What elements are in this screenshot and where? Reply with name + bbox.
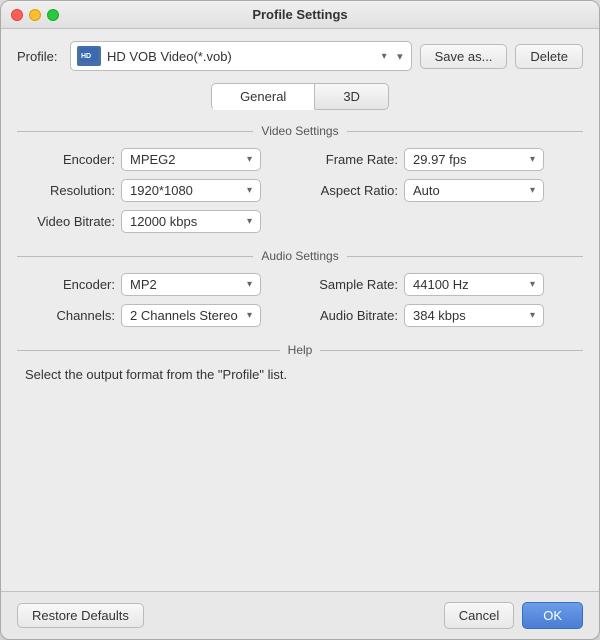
audio-bitrate-arrow: ▾ bbox=[530, 310, 535, 321]
tab-general[interactable]: General bbox=[211, 83, 315, 110]
audio-bitrate-dropdown[interactable]: 384 kbps ▾ bbox=[404, 304, 544, 327]
content-area: Profile: HD HD VOB Video(*.vob) ▾ Save a… bbox=[1, 29, 599, 591]
channels-label: Channels: bbox=[25, 308, 115, 323]
encoder-row: Encoder: MPEG2 ▾ bbox=[25, 148, 292, 171]
channels-arrow: ▾ bbox=[247, 310, 252, 321]
bottom-right-buttons: Cancel OK bbox=[444, 602, 583, 629]
aspect-ratio-row: Aspect Ratio: Auto ▾ bbox=[308, 179, 575, 202]
aspect-ratio-value: Auto bbox=[413, 183, 440, 198]
video-bitrate-dropdown[interactable]: 12000 kbps ▾ bbox=[121, 210, 261, 233]
resolution-dropdown[interactable]: 1920*1080 ▾ bbox=[121, 179, 261, 202]
resolution-value: 1920*1080 bbox=[130, 183, 193, 198]
tab-3d[interactable]: 3D bbox=[315, 83, 389, 110]
save-as-button[interactable]: Save as... bbox=[420, 44, 508, 69]
main-window: Profile Settings Profile: HD HD VOB Vide… bbox=[0, 0, 600, 640]
title-bar: Profile Settings bbox=[1, 1, 599, 29]
audio-header-line-right bbox=[347, 256, 583, 257]
video-settings-section: Video Settings Encoder: MPEG2 ▾ Frame Ra… bbox=[17, 124, 583, 233]
channels-dropdown[interactable]: 2 Channels Stereo ▾ bbox=[121, 304, 261, 327]
resolution-row: Resolution: 1920*1080 ▾ bbox=[25, 179, 292, 202]
audio-header-line-left bbox=[17, 256, 253, 257]
framerate-value: 29.97 fps bbox=[413, 152, 467, 167]
audio-form-grid: Encoder: MP2 ▾ Sample Rate: 44100 Hz ▾ bbox=[17, 273, 583, 327]
sample-rate-row: Sample Rate: 44100 Hz ▾ bbox=[308, 273, 575, 296]
ok-button[interactable]: OK bbox=[522, 602, 583, 629]
encoder-value: MPEG2 bbox=[130, 152, 176, 167]
sample-rate-dropdown[interactable]: 44100 Hz ▾ bbox=[404, 273, 544, 296]
profile-row: Profile: HD HD VOB Video(*.vob) ▾ Save a… bbox=[17, 41, 583, 71]
aspect-ratio-arrow: ▾ bbox=[530, 185, 535, 196]
traffic-lights bbox=[11, 9, 59, 21]
channels-row: Channels: 2 Channels Stereo ▾ bbox=[25, 304, 292, 327]
profile-value: HD VOB Video(*.vob) bbox=[107, 49, 370, 64]
channels-value: 2 Channels Stereo bbox=[130, 308, 238, 323]
video-bitrate-label: Video Bitrate: bbox=[25, 214, 115, 229]
profile-dropdown[interactable]: HD HD VOB Video(*.vob) ▾ bbox=[70, 41, 412, 71]
help-title: Help bbox=[288, 343, 313, 357]
cancel-button[interactable]: Cancel bbox=[444, 602, 514, 629]
encoder-arrow: ▾ bbox=[247, 154, 252, 165]
framerate-dropdown[interactable]: 29.97 fps ▾ bbox=[404, 148, 544, 171]
profile-icon: HD bbox=[77, 46, 101, 66]
help-header-line-left bbox=[17, 350, 280, 351]
audio-encoder-row: Encoder: MP2 ▾ bbox=[25, 273, 292, 296]
help-section: Help Select the output format from the "… bbox=[17, 343, 583, 571]
audio-encoder-value: MP2 bbox=[130, 277, 157, 292]
framerate-row: Frame Rate: 29.97 fps ▾ bbox=[308, 148, 575, 171]
encoder-dropdown[interactable]: MPEG2 ▾ bbox=[121, 148, 261, 171]
video-settings-header: Video Settings bbox=[17, 124, 583, 138]
aspect-ratio-dropdown[interactable]: Auto ▾ bbox=[404, 179, 544, 202]
minimize-button[interactable] bbox=[29, 9, 41, 21]
video-settings-title: Video Settings bbox=[261, 124, 338, 138]
audio-encoder-label: Encoder: bbox=[25, 277, 115, 292]
audio-settings-section: Audio Settings Encoder: MP2 ▾ Sample Rat… bbox=[17, 249, 583, 327]
video-form-grid: Encoder: MPEG2 ▾ Frame Rate: 29.97 fps ▾ bbox=[17, 148, 583, 233]
resolution-arrow: ▾ bbox=[247, 185, 252, 196]
help-header: Help bbox=[17, 343, 583, 357]
audio-encoder-dropdown[interactable]: MP2 ▾ bbox=[121, 273, 261, 296]
aspect-ratio-label: Aspect Ratio: bbox=[308, 183, 398, 198]
video-bitrate-value: 12000 kbps bbox=[130, 214, 197, 229]
sample-rate-value: 44100 Hz bbox=[413, 277, 469, 292]
resolution-label: Resolution: bbox=[25, 183, 115, 198]
video-header-line-left bbox=[17, 131, 253, 132]
audio-settings-header: Audio Settings bbox=[17, 249, 583, 263]
close-button[interactable] bbox=[11, 9, 23, 21]
encoder-label: Encoder: bbox=[25, 152, 115, 167]
video-bitrate-row: Video Bitrate: 12000 kbps ▾ bbox=[25, 210, 292, 233]
audio-bitrate-label: Audio Bitrate: bbox=[308, 308, 398, 323]
maximize-button[interactable] bbox=[47, 9, 59, 21]
profile-dropdown-arrow: ▾ bbox=[382, 51, 387, 62]
sample-rate-arrow: ▾ bbox=[530, 279, 535, 290]
audio-bitrate-row: Audio Bitrate: 384 kbps ▾ bbox=[308, 304, 575, 327]
video-bitrate-arrow: ▾ bbox=[247, 216, 252, 227]
sample-rate-label: Sample Rate: bbox=[308, 277, 398, 292]
window-title: Profile Settings bbox=[252, 7, 347, 22]
bottom-bar: Restore Defaults Cancel OK bbox=[1, 591, 599, 639]
tabs-row: General 3D bbox=[17, 83, 583, 110]
delete-button[interactable]: Delete bbox=[515, 44, 583, 69]
video-header-line-right bbox=[347, 131, 583, 132]
audio-settings-title: Audio Settings bbox=[261, 249, 338, 263]
profile-label: Profile: bbox=[17, 49, 62, 64]
restore-defaults-button[interactable]: Restore Defaults bbox=[17, 603, 144, 628]
help-text: Select the output format from the "Profi… bbox=[17, 367, 583, 382]
audio-bitrate-value: 384 kbps bbox=[413, 308, 466, 323]
help-header-line-right bbox=[320, 350, 583, 351]
framerate-label: Frame Rate: bbox=[308, 152, 398, 167]
audio-encoder-arrow: ▾ bbox=[247, 279, 252, 290]
svg-text:HD: HD bbox=[81, 53, 91, 60]
framerate-arrow: ▾ bbox=[530, 154, 535, 165]
